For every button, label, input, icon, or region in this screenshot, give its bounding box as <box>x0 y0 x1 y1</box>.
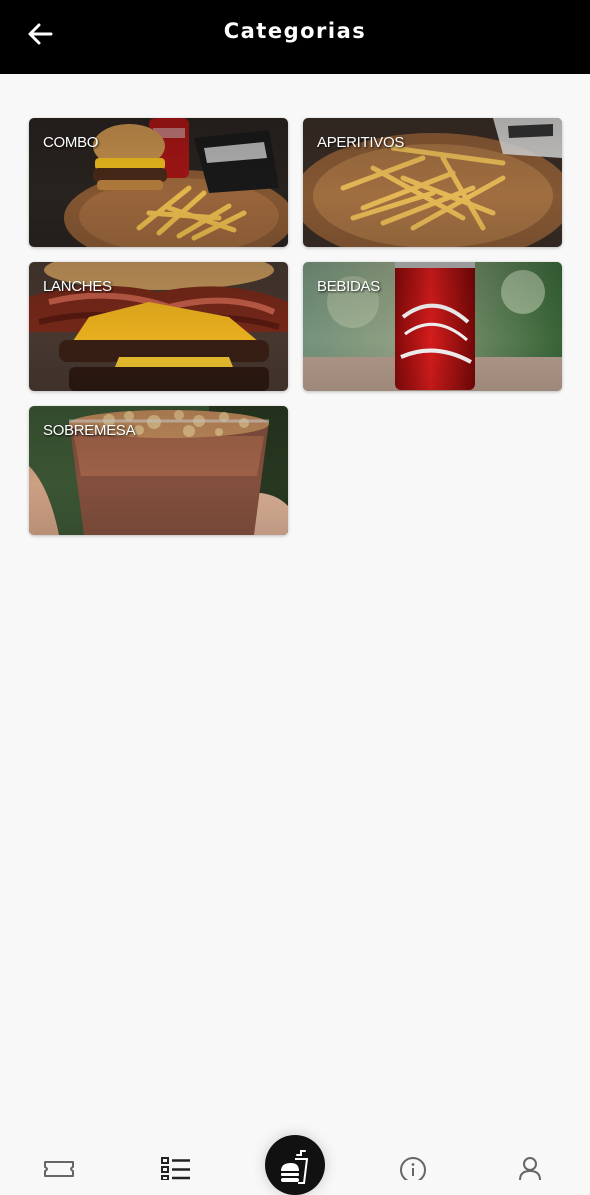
category-label: LANCHES <box>43 278 112 295</box>
nav-item-profile[interactable] <box>510 1156 550 1181</box>
info-icon <box>400 1157 426 1183</box>
category-label: SOBREMESA <box>43 422 136 439</box>
category-grid: COMBO APERITIVOS LANCHES BEBIDAS SOBREME… <box>29 118 562 535</box>
nav-item-info[interactable] <box>393 1156 433 1183</box>
burger-drink-icon <box>281 1150 309 1184</box>
app-header: Categorias <box>0 0 590 74</box>
page-title: Categorias <box>223 19 367 43</box>
category-card-combo[interactable]: COMBO <box>29 118 288 247</box>
category-card-bebidas[interactable]: BEBIDAS <box>303 262 562 391</box>
category-label: BEBIDAS <box>317 278 380 295</box>
nav-item-categories[interactable] <box>156 1156 196 1181</box>
bottom-nav <box>0 1110 590 1195</box>
category-card-lanches[interactable]: LANCHES <box>29 262 288 391</box>
nav-item-menu[interactable] <box>265 1135 325 1195</box>
category-card-sobremesa[interactable]: SOBREMESA <box>29 406 288 535</box>
list-icon <box>161 1157 190 1181</box>
nav-item-tickets[interactable] <box>39 1156 79 1180</box>
category-card-aperitivos[interactable]: APERITIVOS <box>303 118 562 247</box>
ticket-icon <box>44 1161 74 1177</box>
user-icon <box>519 1157 541 1181</box>
category-label: APERITIVOS <box>317 134 405 151</box>
category-label: COMBO <box>43 134 99 151</box>
